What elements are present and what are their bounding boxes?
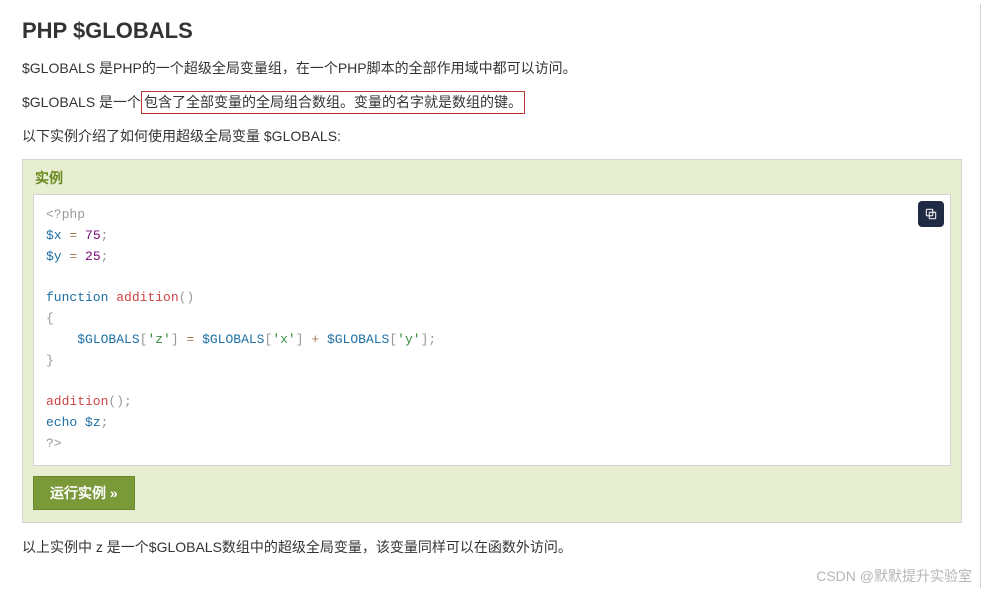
run-example-button[interactable]: 运行实例 » xyxy=(33,476,135,510)
code-token: ; xyxy=(428,332,436,347)
code-token: 25 xyxy=(85,249,101,264)
example-block: 实例 <?php $x = 75; $y = 25; function addi… xyxy=(22,159,962,523)
code-token: ; xyxy=(101,415,109,430)
code-token: = xyxy=(179,332,202,347)
code-token: { xyxy=(46,311,54,326)
code-token: $z xyxy=(85,415,101,430)
code-token: 'z' xyxy=(147,332,170,347)
code-token: = xyxy=(62,249,85,264)
code-token: 75 xyxy=(85,228,101,243)
example-header: 实例 xyxy=(35,168,951,188)
code-token: $y xyxy=(46,249,62,264)
code-token: function xyxy=(46,290,108,305)
code-token: 'x' xyxy=(272,332,295,347)
code-token: ; xyxy=(101,228,109,243)
code-token: <?php xyxy=(46,207,85,222)
code-token xyxy=(77,415,85,430)
paragraph-1: $GLOBALS 是PHP的一个超级全局变量组，在一个PHP脚本的全部作用域中都… xyxy=(22,58,962,79)
code-token: addition xyxy=(116,290,178,305)
document-panel: PHP $GLOBALS $GLOBALS 是PHP的一个超级全局变量组，在一个… xyxy=(4,4,981,588)
code-token: [ xyxy=(389,332,397,347)
code-token: ?> xyxy=(46,436,62,451)
code-token: $GLOBALS xyxy=(202,332,264,347)
highlight-box: 包含了全部变量的全局组合数组。变量的名字就是数组的键。 xyxy=(141,91,525,114)
code-token: $x xyxy=(46,228,62,243)
code-token: } xyxy=(46,353,54,368)
code-token: (); xyxy=(108,394,131,409)
code-token: 'y' xyxy=(397,332,420,347)
code-panel: <?php $x = 75; $y = 25; function additio… xyxy=(33,194,951,466)
code-token: $GLOBALS xyxy=(327,332,389,347)
code-token: + xyxy=(304,332,327,347)
code-token: = xyxy=(62,228,85,243)
paragraph-3: 以下实例介绍了如何使用超级全局变量 $GLOBALS: xyxy=(22,126,962,147)
paragraph-4: 以上实例中 z 是一个$GLOBALS数组中的超级全局变量，该变量同样可以在函数… xyxy=(22,537,962,558)
copy-button[interactable] xyxy=(918,201,944,227)
copy-icon xyxy=(924,207,938,221)
page-title: PHP $GLOBALS xyxy=(22,18,962,44)
code-token: ; xyxy=(101,249,109,264)
code-token: ] xyxy=(296,332,304,347)
code-token: $GLOBALS xyxy=(77,332,139,347)
code-token xyxy=(46,332,77,347)
code-token: addition xyxy=(46,394,108,409)
code-token: () xyxy=(179,290,195,305)
code-token: ] xyxy=(171,332,179,347)
paragraph-2: $GLOBALS 是一个包含了全部变量的全局组合数组。变量的名字就是数组的键。 xyxy=(22,91,962,114)
paragraph-2a: $GLOBALS 是一个 xyxy=(22,94,141,110)
code-token: echo xyxy=(46,415,77,430)
watermark: CSDN @默默提升实验室 xyxy=(816,566,972,586)
